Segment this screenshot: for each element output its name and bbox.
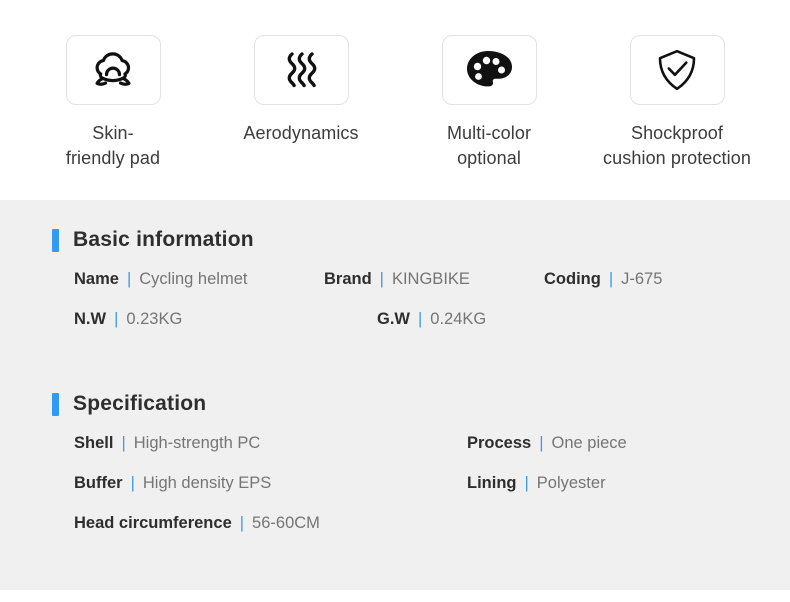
field-label: Process [467, 434, 532, 452]
field-value: J-675 [621, 270, 663, 288]
section-specification: Specification Shell | High-strength PC P… [0, 390, 790, 554]
field-separator: | [418, 310, 423, 328]
feature-label: Aerodynamics [243, 123, 359, 143]
section-title: Specification [73, 392, 207, 415]
field-separator: | [608, 270, 614, 288]
info-cell-brand: Brand | KINGBIKE [324, 270, 544, 289]
field-value: One piece [551, 434, 627, 452]
feature-icon-box [629, 35, 725, 105]
info-cell-coding: Coding | J-675 [544, 270, 744, 289]
section-heading: Basic information [52, 226, 790, 254]
info-cell-gross-weight: G.W | 0.24KG [324, 310, 544, 329]
field-value: 0.24KG [430, 310, 487, 328]
field-label: G.W [377, 310, 410, 328]
basic-information-rows: Name | Cycling helmet Brand | KINGBIKE C… [52, 270, 790, 350]
feature-highlights-strip: Skin- friendly pad Aerodynamics Multi-co… [0, 0, 790, 200]
specification-rows: Shell | High-strength PC Process | One p… [52, 434, 790, 554]
feature-label: Shockproof cushion protection [603, 123, 751, 168]
field-separator: | [114, 310, 119, 328]
feature-item-skin-friendly-pad: Skin- friendly pad [22, 35, 204, 171]
field-separator: | [130, 474, 135, 492]
field-separator: | [379, 270, 384, 288]
info-cell-net-weight: N.W | 0.23KG [74, 310, 324, 329]
feature-icon-box [441, 35, 537, 105]
field-value: High-strength PC [133, 434, 261, 452]
field-separator: | [539, 434, 544, 452]
info-cell-name: Name | Cycling helmet [74, 270, 324, 289]
info-row: Buffer | High density EPS Lining | Polye… [74, 474, 790, 514]
info-row: N.W | 0.23KG G.W | 0.24KG [74, 310, 790, 350]
field-separator: | [524, 474, 529, 492]
feature-icon-box [65, 35, 161, 105]
info-row: Head circumference | 56-60CM [74, 514, 790, 554]
field-value: KINGBIKE [391, 270, 470, 288]
accent-bar [52, 392, 59, 416]
field-value: High density EPS [142, 474, 272, 492]
field-value: Polyester [536, 474, 606, 492]
feature-item-aerodynamics: Aerodynamics [210, 35, 392, 146]
section-basic-information: Basic information Name | Cycling helmet … [0, 226, 790, 350]
feature-label: Multi-color optional [446, 123, 532, 168]
field-separator: | [239, 514, 245, 532]
field-label: Name [74, 270, 119, 288]
section-title: Basic information [73, 228, 254, 251]
info-row: Shell | High-strength PC Process | One p… [74, 434, 790, 474]
field-label: Lining [467, 474, 517, 492]
section-heading: Specification [52, 390, 790, 418]
info-cell-lining: Lining | Polyester [399, 474, 699, 493]
field-label: Coding [544, 270, 601, 288]
info-cell-process: Process | One piece [399, 434, 699, 453]
field-value: 56-60CM [252, 514, 320, 532]
shield-check-icon [656, 48, 698, 92]
field-value: 0.23KG [126, 310, 183, 328]
aerodynamics-waves-icon [281, 49, 321, 91]
info-cell-shell: Shell | High-strength PC [74, 434, 399, 453]
field-separator: | [126, 270, 132, 288]
product-details-panel: Basic information Name | Cycling helmet … [0, 200, 790, 590]
field-separator: | [121, 434, 126, 452]
helmet-pad-icon [90, 50, 136, 90]
info-cell-buffer: Buffer | High density EPS [74, 474, 399, 493]
accent-bar [52, 228, 59, 252]
field-label: Brand [324, 270, 372, 288]
paint-palette-icon [464, 49, 514, 91]
field-label: N.W [74, 310, 107, 328]
feature-item-shockproof: Shockproof cushion protection [586, 35, 768, 171]
feature-item-multi-color: Multi-color optional [398, 35, 580, 171]
info-row: Name | Cycling helmet Brand | KINGBIKE C… [74, 270, 790, 310]
feature-icon-box [253, 35, 349, 105]
info-cell-head-circumference: Head circumference | 56-60CM [74, 514, 399, 533]
field-value: Cycling helmet [139, 270, 248, 288]
field-label: Shell [74, 434, 114, 452]
field-label: Head circumference [74, 514, 232, 532]
field-label: Buffer [74, 474, 123, 492]
feature-label: Skin- friendly pad [65, 123, 161, 168]
